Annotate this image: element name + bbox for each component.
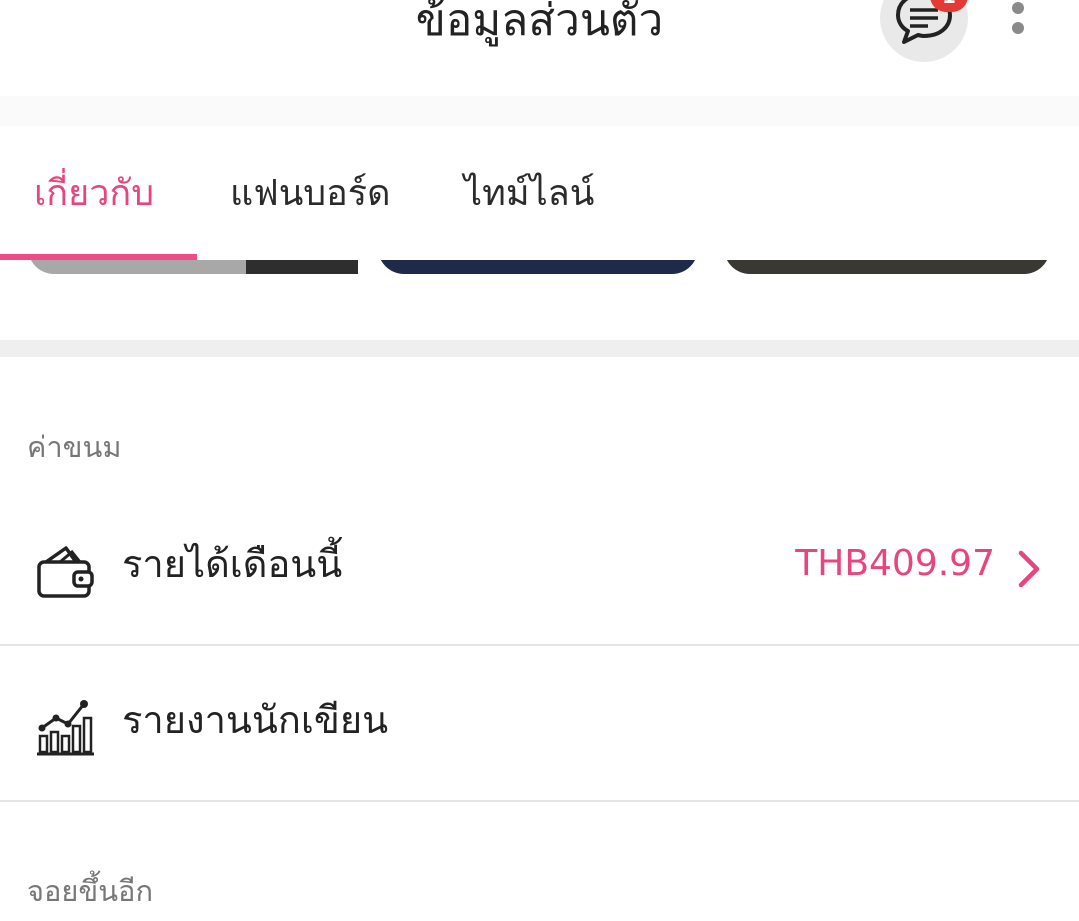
writer-report-label: รายงานนักเขียน [122, 698, 389, 742]
monthly-income-label: รายได้เดือนนี้ [122, 542, 343, 586]
header-spacer [0, 96, 1079, 126]
section-label-tips: ค่าขนม [27, 430, 122, 464]
section-label-more: จอยขึ้นอีก [27, 874, 154, 908]
tab-timeline[interactable]: ไทม์ไลน์ [464, 166, 594, 222]
stats-chart-icon [36, 696, 96, 756]
app-bar: ข้อมูลส่วนตัว 1 [0, 0, 1079, 96]
monthly-income-row[interactable]: รายได้เดือนนี้ THB409.97 [0, 492, 1079, 646]
more-options-icon[interactable] [1004, 0, 1032, 48]
tab-fanboard[interactable]: แฟนบอร์ด [230, 166, 391, 222]
chevron-right-icon [1017, 550, 1041, 592]
cover-card[interactable] [378, 260, 698, 274]
profile-tabs: เกี่ยวกับ แฟนบอร์ด ไทม์ไลน์ [0, 126, 1079, 260]
section-divider [0, 340, 1079, 357]
writer-report-row[interactable]: รายงานนักเขียน [0, 648, 1079, 802]
cover-card[interactable] [28, 260, 358, 274]
cover-card[interactable] [724, 260, 1050, 274]
tab-about[interactable]: เกี่ยวกับ [34, 166, 154, 222]
monthly-income-value: THB409.97 [795, 543, 995, 584]
wallet-icon [36, 540, 96, 600]
cover-cards-strip [0, 260, 1079, 276]
